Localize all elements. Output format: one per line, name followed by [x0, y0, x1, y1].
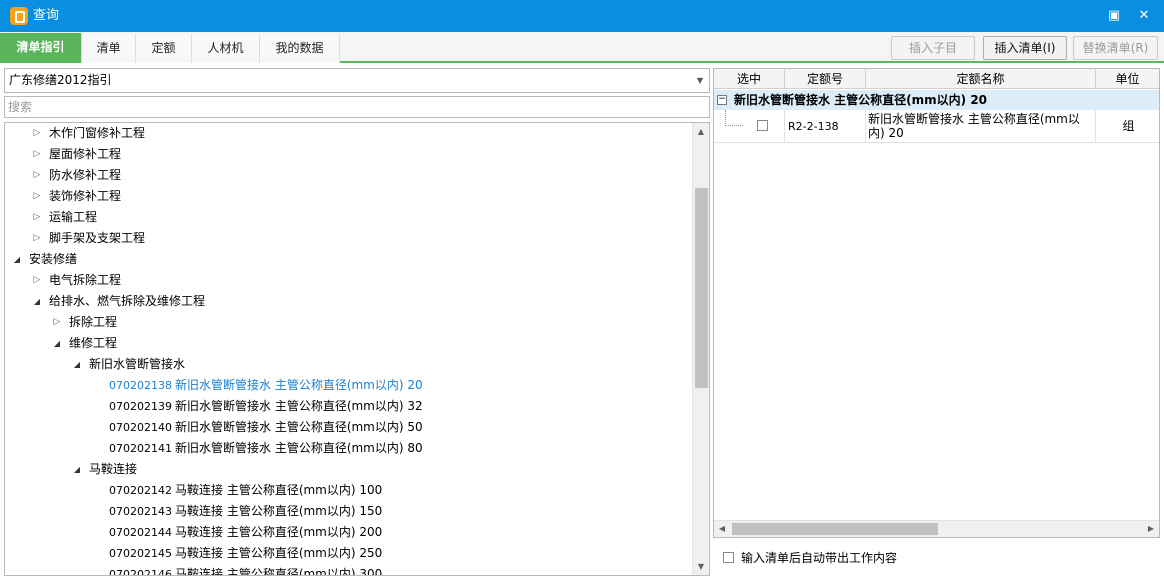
column-header-select[interactable]: 选中 [714, 69, 785, 89]
horizontal-scroll-thumb[interactable] [732, 523, 938, 535]
quota-code: R2-2-138 [788, 120, 839, 133]
collapse-arrow-icon[interactable]: ◢ [71, 354, 83, 375]
guide-select-value: 广东修缮2012指引 [9, 73, 112, 87]
tree-item-code: 070202140 [109, 421, 172, 434]
collapse-icon[interactable]: − [717, 95, 727, 105]
group-title: 新旧水管断管接水 主管公称直径(mm以内) 20 [734, 93, 988, 107]
tree-item-code: 070202142 [109, 484, 172, 497]
tab-quota[interactable]: 定额 [136, 34, 192, 63]
tree-item-name: 马鞍连接 主管公称直径(mm以内) 300 [175, 567, 383, 576]
tree-connector [725, 110, 743, 126]
left-pane: 广东修缮2012指引 ▼ 搜索 ▷ 木作门窗修补工程 ▷ 屋面修补工程 ▷ 防水修补工程 ▷… [0, 65, 712, 580]
collapse-arrow-icon[interactable]: ◢ [71, 459, 83, 480]
window-title: 查询 [33, 8, 60, 23]
collapse-arrow-icon[interactable]: ◢ [51, 333, 63, 354]
tab-bar: 清单指引 清单 定额 人材机 我的数据 插入子目 插入清单(I) 替换清单(R) [0, 32, 1164, 63]
scroll-thumb[interactable] [695, 188, 708, 388]
tree-item-code: 070202146 [109, 568, 172, 576]
tree-node-label: 运输工程 [49, 210, 98, 224]
tree-node-label: 防水修补工程 [49, 168, 122, 182]
insert-child-button[interactable]: 插入子目 [891, 36, 975, 60]
select-cell [714, 110, 785, 143]
chevron-down-icon[interactable]: ▼ [697, 69, 703, 92]
tree-item-code: 070202144 [109, 526, 172, 539]
tree-node-label: 维修工程 [69, 336, 118, 350]
column-header-unit[interactable]: 单位 [1096, 69, 1159, 89]
tree-item-name: 马鞍连接 主管公称直径(mm以内) 150 [175, 504, 383, 518]
tree-node-label: 屋面修补工程 [49, 147, 122, 161]
expand-arrow-icon[interactable]: ▷ [51, 312, 63, 333]
close-icon[interactable]: ✕ [1134, 6, 1154, 26]
tree-item-name: 马鞍连接 主管公称直径(mm以内) 250 [175, 546, 383, 560]
collapse-arrow-icon[interactable]: ◢ [31, 291, 43, 312]
expand-arrow-icon[interactable]: ▷ [31, 123, 43, 144]
tree-node-label: 装饰修补工程 [49, 189, 122, 203]
insert-list-button[interactable]: 插入清单(I) [983, 36, 1067, 60]
search-input[interactable]: 搜索 [4, 96, 710, 118]
expand-arrow-icon[interactable]: ▷ [31, 207, 43, 228]
tab-my-data[interactable]: 我的数据 [260, 34, 340, 63]
tree-vertical-scrollbar[interactable]: ▲ ▼ [692, 123, 709, 575]
row-checkbox[interactable] [757, 120, 768, 131]
replace-list-button[interactable]: 替换清单(R) [1073, 36, 1158, 60]
app-logo-icon [10, 7, 28, 25]
tree-node-label: 木作门窗修补工程 [49, 126, 146, 140]
tab-labor-material-machine[interactable]: 人材机 [192, 34, 260, 63]
table-row[interactable]: R2-2-138 新旧水管断管接水 主管公称直径(mm以内) 20 组 [714, 110, 1159, 143]
expand-arrow-icon[interactable]: ▷ [31, 228, 43, 249]
tab-list-guide[interactable]: 清单指引 [0, 33, 82, 63]
quota-grid: 选中 定额号 定额名称 单位 − 新旧水管断管接水 主管公称直径(mm以内) 2… [713, 68, 1160, 538]
tree-item-code: 070202139 [109, 400, 172, 413]
tree-node-label: 给排水、燃气拆除及维修工程 [49, 294, 206, 308]
tree-node-label: 马鞍连接 [89, 462, 138, 476]
tree-item-code: 070202145 [109, 547, 172, 560]
tree-node-label: 拆除工程 [69, 315, 118, 329]
collapse-arrow-icon[interactable]: ◢ [11, 249, 23, 270]
tree-node-label: 新旧水管断管接水 [89, 357, 186, 371]
auto-work-content-checkbox[interactable] [723, 552, 734, 563]
tree-item-name: 马鞍连接 主管公称直径(mm以内) 100 [175, 483, 383, 497]
tree-item-code: 070202138 [109, 379, 172, 392]
grid-horizontal-scrollbar[interactable]: ◀ ▶ [714, 520, 1159, 537]
scroll-down-icon[interactable]: ▼ [693, 558, 709, 575]
column-header-quota-code[interactable]: 定额号 [785, 69, 866, 89]
expand-arrow-icon[interactable]: ▷ [31, 165, 43, 186]
right-pane: 选中 定额号 定额名称 单位 − 新旧水管断管接水 主管公称直径(mm以内) 2… [713, 65, 1164, 580]
scroll-up-icon[interactable]: ▲ [693, 123, 709, 140]
tree-item-name: 新旧水管断管接水 主管公称直径(mm以内) 80 [175, 441, 423, 455]
guide-select[interactable]: 广东修缮2012指引 ▼ [4, 68, 710, 93]
guide-tree: ▷ 木作门窗修补工程 ▷ 屋面修补工程 ▷ 防水修补工程 ▷ 装饰修补工程 ▷ 运输工程 ▷ 脚手架及… [4, 122, 710, 576]
grid-header: 选中 定额号 定额名称 单位 [714, 69, 1159, 89]
expand-arrow-icon[interactable]: ▷ [31, 144, 43, 165]
expand-arrow-icon[interactable]: ▷ [31, 270, 43, 291]
tree-node-label: 脚手架及支架工程 [49, 231, 146, 245]
tree-node-label: 电气拆除工程 [49, 273, 122, 287]
group-row[interactable]: − 新旧水管断管接水 主管公称直径(mm以内) 20 [714, 90, 1159, 110]
quota-unit: 组 [1122, 119, 1135, 133]
title-bar: 查询 ▣ ✕ [0, 0, 1164, 32]
tree-node-label: 安装修缮 [29, 252, 78, 266]
column-header-quota-name[interactable]: 定额名称 [866, 69, 1096, 89]
quota-name: 新旧水管断管接水 主管公称直径(mm以内) 20 [868, 112, 1080, 140]
expand-arrow-icon[interactable]: ▷ [31, 186, 43, 207]
tab-list[interactable]: 清单 [82, 34, 136, 63]
tree-item-code: 070202141 [109, 442, 172, 455]
scroll-right-icon[interactable]: ▶ [1143, 521, 1159, 537]
tree-item-name: 新旧水管断管接水 主管公称直径(mm以内) 50 [175, 420, 423, 434]
auto-work-content-label: 输入清单后自动带出工作内容 [741, 551, 898, 565]
scroll-left-icon[interactable]: ◀ [714, 521, 730, 537]
tree-item-name: 新旧水管断管接水 主管公称直径(mm以内) 20 [175, 378, 423, 392]
tree-item-name: 新旧水管断管接水 主管公称直径(mm以内) 32 [175, 399, 423, 413]
tree-item-name: 马鞍连接 主管公称直径(mm以内) 200 [175, 525, 383, 539]
restore-icon[interactable]: ▣ [1104, 6, 1124, 26]
tree-item-code: 070202143 [109, 505, 172, 518]
